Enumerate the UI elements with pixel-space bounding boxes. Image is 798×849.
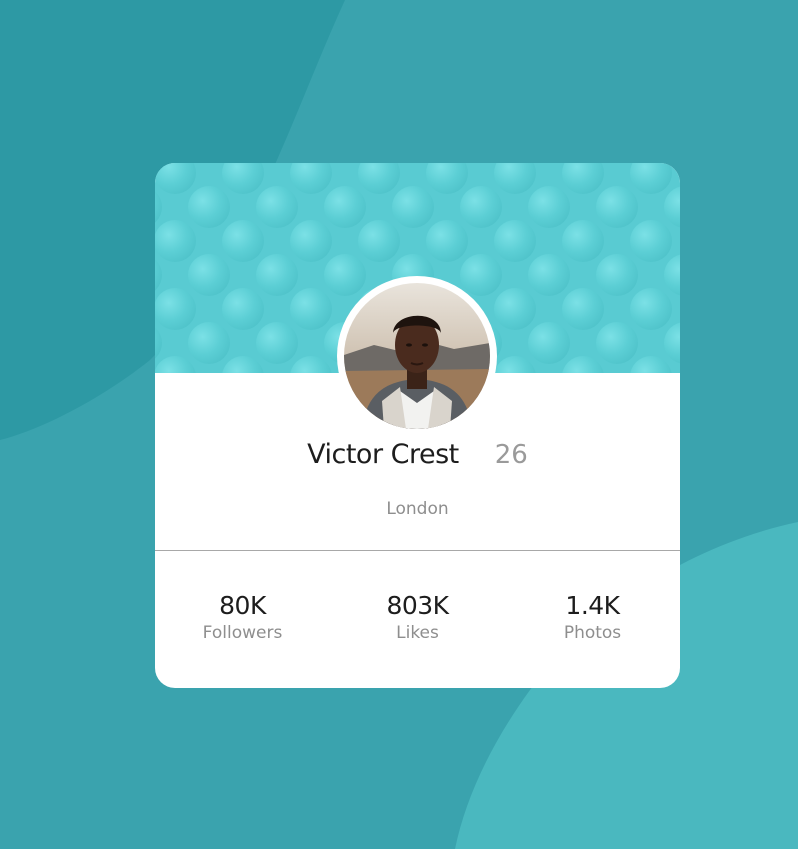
profile-card: Victor Crest 26 London 80K Followers 803K… — [155, 163, 680, 688]
pattern-bubble — [494, 288, 536, 330]
pattern-bubble — [630, 220, 672, 262]
stat-photos: 1.4K Photos — [505, 591, 680, 645]
pattern-bubble — [155, 220, 196, 262]
pattern-bubble — [290, 288, 332, 330]
pattern-bubble — [528, 322, 570, 364]
pattern-bubble — [528, 254, 570, 296]
pattern-bubble — [562, 288, 604, 330]
stat-value: 80K — [219, 591, 266, 620]
pattern-bubble — [460, 186, 502, 228]
profile-name: Victor Crest — [307, 439, 459, 470]
pattern-bubble — [596, 186, 638, 228]
divider — [155, 550, 680, 551]
pattern-bubble — [324, 186, 366, 228]
pattern-bubble — [188, 186, 230, 228]
pattern-bubble — [222, 288, 264, 330]
stat-followers: 80K Followers — [155, 591, 330, 645]
pattern-bubble — [358, 220, 400, 262]
stat-label: Likes — [396, 623, 439, 643]
name-row: Victor Crest 26 — [155, 439, 680, 479]
stat-value: 1.4K — [565, 591, 620, 620]
pattern-bubble — [290, 220, 332, 262]
pattern-bubble — [256, 186, 298, 228]
pattern-bubble — [630, 288, 672, 330]
stat-likes: 803K Likes — [330, 591, 505, 645]
pattern-bubble — [392, 186, 434, 228]
pattern-bubble — [222, 220, 264, 262]
avatar[interactable] — [344, 283, 490, 429]
pattern-bubble — [562, 220, 604, 262]
stat-value: 803K — [386, 591, 449, 620]
stat-label: Followers — [202, 623, 283, 643]
pattern-bubble — [596, 254, 638, 296]
pattern-bubble — [256, 254, 298, 296]
pattern-bubble — [256, 322, 298, 364]
profile-age: 26 — [494, 439, 528, 470]
pattern-bubble — [426, 220, 468, 262]
stats-row: 80K Followers 803K Likes 1.4K Photos — [155, 591, 680, 661]
pattern-bubble — [596, 322, 638, 364]
pattern-bubble — [494, 220, 536, 262]
pattern-bubble — [528, 186, 570, 228]
stat-label: Photos — [563, 623, 622, 643]
profile-location: London — [386, 499, 449, 519]
pattern-bubble — [324, 254, 366, 296]
pattern-bubble — [188, 322, 230, 364]
pattern-bubble — [460, 254, 502, 296]
pattern-bubble — [155, 288, 196, 330]
pattern-bubble — [188, 254, 230, 296]
